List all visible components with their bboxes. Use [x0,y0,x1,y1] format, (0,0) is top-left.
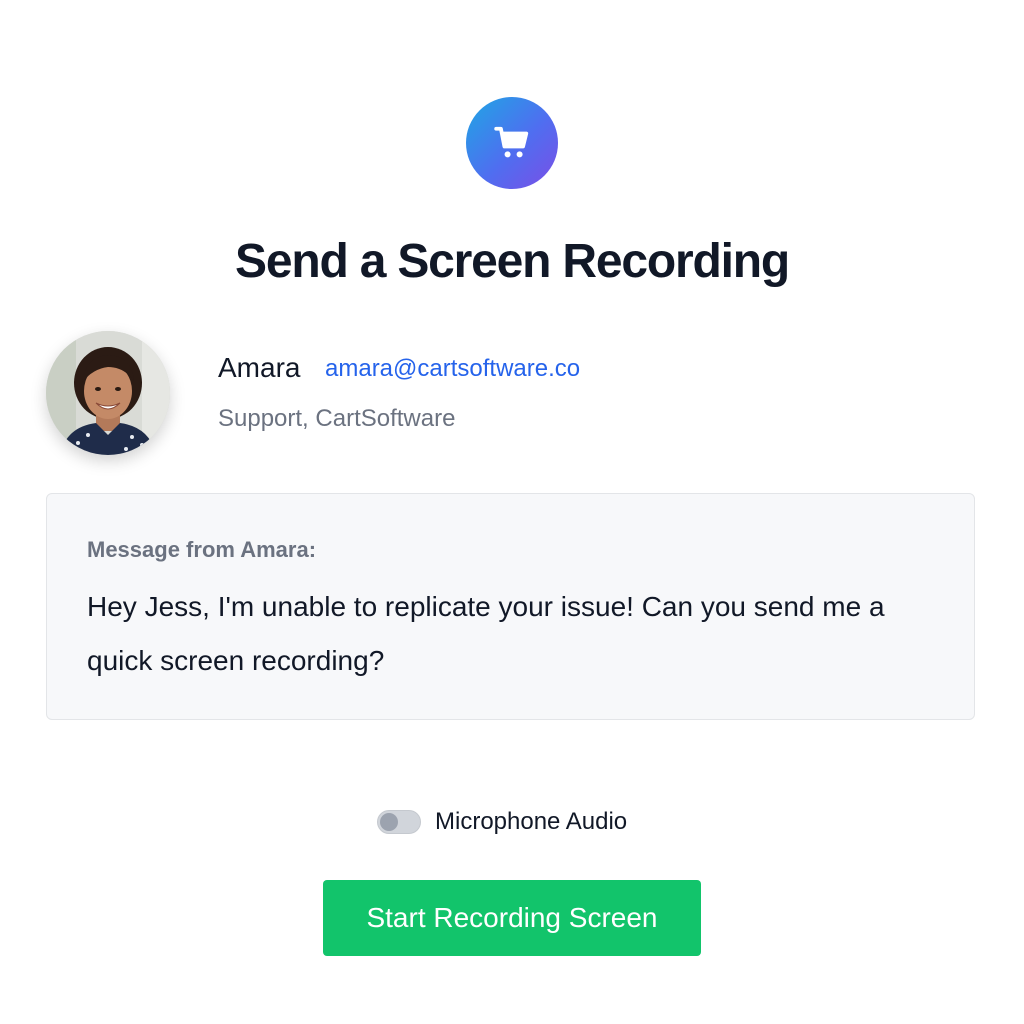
sender-name: Amara [218,352,301,383]
toggle-knob [380,813,398,831]
sender-email-link[interactable]: amara@cartsoftware.co [325,353,580,385]
shopping-cart-icon [493,124,531,162]
avatar [46,331,170,455]
microphone-audio-toggle[interactable] [377,810,421,834]
brand-logo [466,97,558,189]
sender-role: Support, CartSoftware [218,405,456,432]
page-title: Send a Screen Recording [235,235,790,288]
message-label: Message from Amara: [87,537,317,562]
message-text: Hey Jess, I'm unable to replicate your i… [87,591,885,676]
start-recording-button[interactable]: Start Recording Screen [323,880,701,956]
microphone-audio-label[interactable]: Microphone Audio [435,806,627,838]
message-box: Message from Amara: Hey Jess, I'm unable… [46,493,975,720]
page: Send a Screen Recording Amara amara@cart… [0,0,1024,1024]
microphone-audio-option: Microphone Audio [377,806,627,838]
